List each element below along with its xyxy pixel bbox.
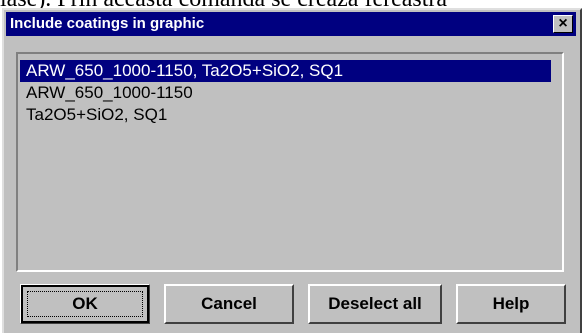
- cancel-button-label: Cancel: [201, 294, 257, 313]
- deselect-all-button[interactable]: Deselect all: [308, 284, 442, 324]
- help-button[interactable]: Help: [456, 284, 566, 324]
- list-item[interactable]: Ta2O5+SiO2, SQ1: [24, 104, 169, 126]
- coatings-listbox[interactable]: ARW_650_1000-1150, Ta2O5+SiO2, SQ1 ARW_6…: [16, 52, 564, 272]
- focus-rectangle: [27, 291, 143, 317]
- cancel-button[interactable]: Cancel: [164, 284, 294, 324]
- list-item[interactable]: ARW_650_1000-1150: [24, 82, 195, 104]
- deselect-all-button-label: Deselect all: [328, 294, 422, 313]
- dialog-title: Include coatings in graphic: [10, 15, 205, 32]
- ok-button[interactable]: OK: [20, 284, 150, 324]
- dialog-titlebar[interactable]: Include coatings in graphic ×: [6, 12, 576, 36]
- help-button-label: Help: [492, 294, 530, 313]
- list-item[interactable]: ARW_650_1000-1150, Ta2O5+SiO2, SQ1: [20, 60, 551, 82]
- close-icon[interactable]: ×: [553, 15, 573, 33]
